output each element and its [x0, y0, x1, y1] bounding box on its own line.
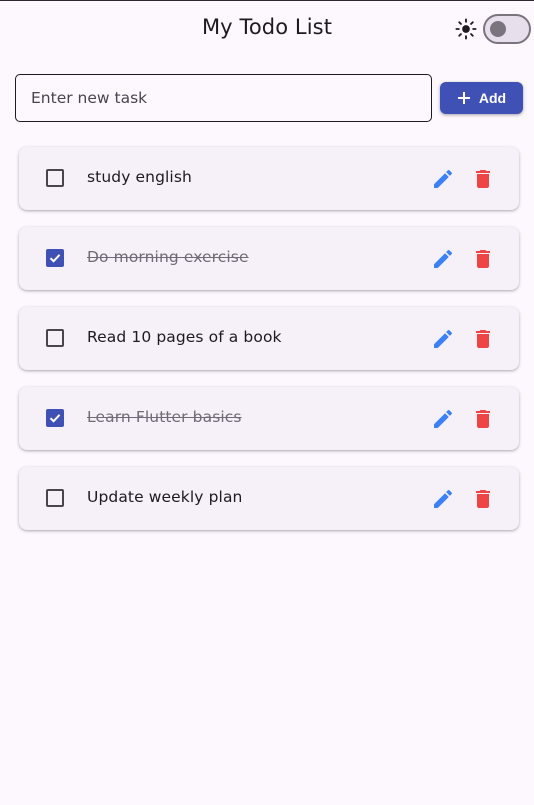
new-task-field — [15, 74, 432, 122]
theme-toggle-switch[interactable] — [483, 14, 531, 44]
trash-icon — [476, 330, 490, 348]
task-checkbox[interactable] — [46, 329, 64, 347]
trash-icon — [476, 410, 490, 428]
trash-icon — [476, 170, 490, 188]
task-checkbox[interactable] — [46, 409, 64, 427]
delete-task-button[interactable] — [471, 487, 495, 511]
task-checkbox[interactable] — [46, 249, 64, 267]
sun-icon — [455, 18, 477, 40]
edit-task-button[interactable] — [431, 167, 455, 191]
task-item: Update weekly plan — [19, 467, 519, 530]
delete-task-button[interactable] — [471, 407, 495, 431]
task-text: Read 10 pages of a book — [87, 328, 282, 346]
trash-icon — [476, 250, 490, 268]
edit-task-button[interactable] — [431, 407, 455, 431]
task-checkbox[interactable] — [46, 489, 64, 507]
app-bar: My Todo List — [0, 1, 534, 57]
add-button-label: Add — [478, 90, 507, 106]
pencil-icon — [434, 169, 453, 188]
task-checkbox[interactable] — [46, 169, 64, 187]
edit-task-button[interactable] — [431, 487, 455, 511]
pencil-icon — [434, 249, 453, 268]
task-item: Learn Flutter basics — [19, 387, 519, 450]
task-text: Do morning exercise — [87, 248, 249, 266]
edit-task-button[interactable] — [431, 327, 455, 351]
switch-thumb — [490, 21, 506, 37]
plus-icon — [457, 92, 470, 104]
check-icon — [49, 254, 61, 263]
task-text: Update weekly plan — [87, 488, 243, 506]
pencil-icon — [434, 329, 453, 348]
new-task-input[interactable] — [16, 75, 431, 121]
add-task-button[interactable]: Add — [440, 82, 523, 114]
page-title: My Todo List — [201, 15, 333, 39]
edit-task-button[interactable] — [431, 247, 455, 271]
task-item: Read 10 pages of a book — [19, 307, 519, 370]
delete-task-button[interactable] — [471, 167, 495, 191]
task-item: Do morning exercise — [19, 227, 519, 290]
task-item: study english — [19, 147, 519, 210]
task-text: Learn Flutter basics — [87, 408, 242, 426]
task-text: study english — [87, 168, 192, 186]
trash-icon — [476, 490, 490, 508]
delete-task-button[interactable] — [471, 327, 495, 351]
check-icon — [49, 414, 61, 423]
delete-task-button[interactable] — [471, 247, 495, 271]
pencil-icon — [434, 409, 453, 428]
pencil-icon — [434, 489, 453, 508]
